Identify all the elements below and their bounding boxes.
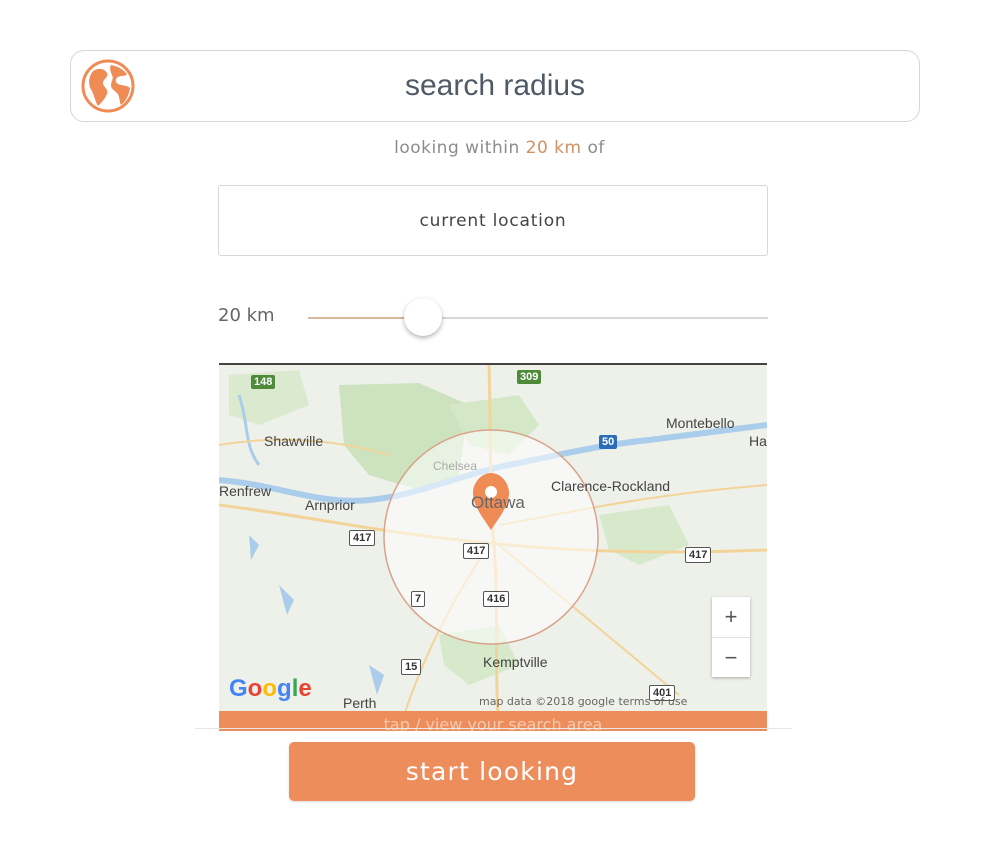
- map-label-montebello: Montebello: [666, 415, 735, 431]
- map-label-ottawa: Ottawa: [471, 493, 525, 512]
- radius-suffix: of: [587, 138, 605, 158]
- google-logo-letter: o: [262, 675, 278, 702]
- radius-value: 20 km: [525, 138, 582, 158]
- radius-slider[interactable]: [308, 298, 768, 336]
- page-title: search radius: [404, 69, 586, 102]
- slider-value-label: 20 km: [218, 305, 275, 326]
- map-label-chelsea: Chelsea: [433, 459, 478, 473]
- lake: [249, 535, 259, 560]
- map-label-arnprior: Arnprior: [305, 497, 355, 513]
- google-logo-letter: G: [229, 675, 248, 702]
- search-radius-circle: [383, 429, 599, 645]
- map-label-kemptville: Kemptville: [483, 654, 548, 670]
- highway-shield: 417: [349, 530, 376, 546]
- radius-description: looking within 20 km of: [0, 138, 999, 158]
- highway-shield: 417: [463, 543, 490, 559]
- zoom-in-button[interactable]: +: [712, 597, 750, 637]
- map-label-shawville: Shawville: [264, 433, 324, 449]
- highway-shield: 309: [517, 370, 542, 384]
- google-logo: Google: [229, 675, 312, 703]
- highway-shield: 148: [251, 375, 276, 389]
- radius-prefix: looking within: [394, 138, 520, 158]
- highway-shield: 15: [401, 659, 422, 675]
- highway-shield: 7: [411, 591, 426, 607]
- map-view[interactable]: Shawville Renfrew Arnprior Chelsea Ottaw…: [219, 363, 767, 731]
- map-label-clarence-rockland: Clarence-Rockland: [551, 478, 671, 494]
- map-label-renfrew: Renfrew: [219, 483, 272, 499]
- highway-shield: 416: [483, 591, 510, 607]
- divider: [195, 728, 792, 729]
- zoom-out-button[interactable]: −: [712, 638, 750, 678]
- google-logo-letter: o: [247, 675, 263, 702]
- map-attribution[interactable]: map data ©2018 google terms of use: [479, 695, 687, 708]
- lake: [279, 585, 294, 615]
- lake: [369, 665, 384, 695]
- google-logo-letter: g: [277, 675, 292, 702]
- highway-shield: 417: [685, 547, 712, 563]
- header-bar: search radius: [70, 50, 920, 122]
- park-area: [599, 505, 689, 565]
- map-label-perth: Perth: [343, 695, 377, 711]
- map-label-ha: Ha: [749, 433, 767, 449]
- google-logo-letter: e: [298, 675, 312, 702]
- start-looking-button[interactable]: start looking: [289, 742, 695, 801]
- slider-thumb[interactable]: [404, 298, 442, 336]
- highway-shield: 50: [599, 435, 618, 449]
- current-location-button[interactable]: current location: [218, 185, 768, 256]
- zoom-controls: + −: [712, 597, 750, 677]
